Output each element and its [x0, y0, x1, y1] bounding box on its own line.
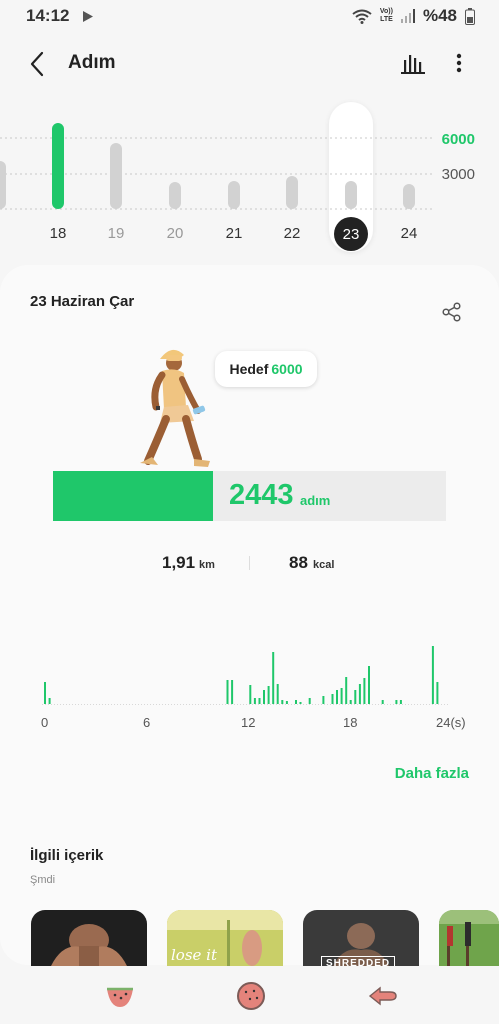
more-button[interactable]: Daha fazla — [395, 765, 469, 782]
week-bar-21[interactable] — [228, 180, 240, 209]
hour-tick-label: 18 — [343, 715, 358, 730]
hourly-bar — [358, 684, 361, 704]
hourly-bar — [431, 646, 434, 704]
lose-it-text: lose it — [171, 946, 217, 964]
calories-unit: kcal — [313, 559, 335, 571]
goal-line-6000-label: 6000 — [441, 131, 475, 148]
day-label-18[interactable]: 18 — [38, 225, 78, 242]
hourly-bar — [231, 680, 234, 704]
goal-bubble: Hedef 6000 — [215, 351, 317, 387]
hourly-bar — [299, 702, 302, 704]
back-arrow-icon[interactable] — [368, 985, 398, 1007]
hour-tick-label: 24(s) — [436, 715, 466, 730]
hourly-bar — [48, 698, 51, 704]
fitness-man-image — [51, 924, 127, 966]
hourly-bar — [395, 700, 398, 704]
related-item-runners[interactable] — [439, 910, 499, 966]
date-title: 23 Haziran Çar — [30, 293, 135, 310]
day-label-19[interactable]: 19 — [96, 225, 136, 242]
battery-icon — [465, 7, 475, 25]
hour-tick-label: 6 — [143, 715, 151, 730]
hour-tick-label: 12 — [241, 715, 256, 730]
hourly-bar — [258, 698, 261, 704]
hourly-bar — [345, 677, 348, 704]
hourly-bar — [253, 698, 256, 704]
hourly-bar — [285, 701, 288, 704]
related-item-shredded[interactable]: SHREDDED — [303, 910, 419, 966]
hourly-bar — [436, 682, 439, 704]
hourly-bar — [381, 700, 384, 704]
stat-divider — [249, 556, 250, 570]
day-label-7[interactable]: 7 — [0, 225, 14, 242]
week-bar-20[interactable] — [169, 182, 181, 209]
page-title: Adım — [68, 52, 116, 73]
walking-person-illustration — [140, 349, 210, 467]
week-bar-7[interactable] — [0, 161, 6, 209]
battery-percent: %48 — [422, 6, 457, 25]
volte-icon: Vo)) LTE — [379, 8, 393, 23]
hourly-bar — [354, 690, 357, 704]
goal-line-3000-label: 3000 — [441, 166, 475, 183]
hourly-bar — [363, 678, 366, 704]
wifi-icon — [352, 9, 372, 24]
status-time: 14:12 — [26, 6, 70, 25]
bar-chart-icon[interactable] — [401, 52, 425, 74]
hourly-bar — [276, 684, 279, 704]
related-item-lose-it[interactable]: lose it — [167, 910, 283, 966]
hourly-bar — [249, 685, 252, 704]
hourly-bar — [336, 690, 338, 704]
hourly-bar — [331, 694, 334, 704]
hour-tick-label: 0 — [41, 715, 49, 730]
goal-value: 6000 — [271, 361, 303, 377]
hourly-bar — [368, 666, 370, 704]
step-count: 2443 — [229, 479, 294, 511]
play-icon — [83, 11, 93, 22]
hourly-bar — [272, 652, 275, 704]
more-vertical-icon[interactable] — [454, 52, 464, 74]
calories-value: 88 — [289, 553, 308, 572]
day-label-21[interactable]: 21 — [214, 225, 254, 242]
back-icon[interactable] — [28, 51, 48, 77]
day-label-22[interactable]: 22 — [272, 225, 312, 242]
hourly-bar — [340, 688, 343, 704]
related-content-title: İlgili içerik — [30, 847, 104, 864]
hourly-bar — [281, 700, 284, 704]
watermelon-circle-icon[interactable] — [236, 981, 266, 1011]
hourly-bar — [263, 690, 265, 704]
day-label-24[interactable]: 24 — [389, 225, 429, 242]
hourly-bar — [44, 682, 46, 704]
runners-image — [439, 910, 499, 966]
hourly-bar — [349, 700, 352, 704]
day-label-23[interactable]: 23 — [334, 217, 368, 251]
week-bar-23[interactable] — [345, 180, 357, 209]
hourly-steps-chart — [42, 646, 448, 705]
distance-value: 1,91 — [162, 553, 196, 572]
week-bar-19[interactable] — [110, 142, 122, 209]
hourly-bar — [226, 680, 229, 704]
share-icon[interactable] — [442, 302, 462, 322]
signal-icon — [400, 9, 415, 23]
week-bar-18[interactable] — [52, 123, 64, 209]
week-bar-22[interactable] — [286, 176, 298, 209]
step-progress-fill — [53, 471, 213, 521]
day-label-20[interactable]: 20 — [155, 225, 195, 242]
distance-unit: km — [199, 559, 215, 571]
hourly-bar — [295, 700, 297, 704]
related-content-subtitle: Şmdi — [30, 874, 56, 886]
hourly-bar — [399, 700, 402, 704]
watermelon-slice-icon[interactable] — [104, 983, 136, 1009]
step-unit: adım — [300, 493, 331, 508]
related-item-fitness-man[interactable] — [31, 910, 147, 966]
shredded-text: SHREDDED — [321, 956, 396, 966]
hourly-bar — [308, 698, 311, 704]
goal-label: Hedef — [229, 361, 269, 377]
hourly-bar — [267, 686, 270, 704]
week-bar-24[interactable] — [403, 184, 415, 209]
hourly-bar — [322, 696, 325, 704]
status-icons: Vo)) LTE %48 — [352, 6, 475, 26]
